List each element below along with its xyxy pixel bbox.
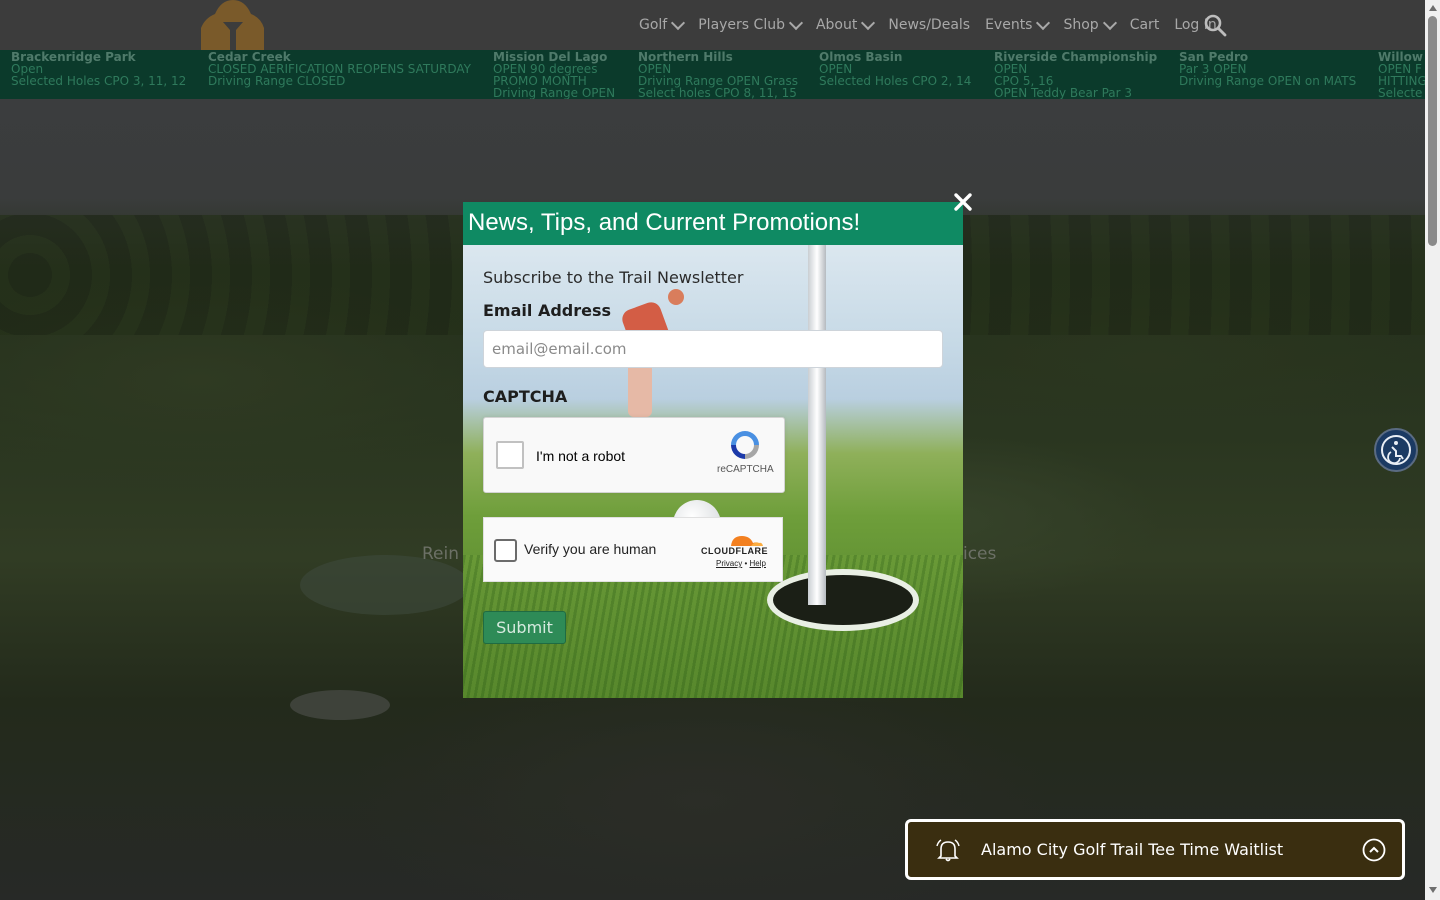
nav-item-label: News/Deals (888, 17, 971, 33)
nav-item-about[interactable]: About (815, 15, 876, 33)
course-status-san-pedro[interactable]: San Pedro Par 3 OPEN Driving Range OPEN on… (1179, 50, 1356, 87)
main-nav: Golf Players Club About News/Deals Events Sho… (639, 0, 1232, 50)
nav-item-players-club[interactable]: Players Club (698, 15, 804, 33)
cloudflare-brand: CLOUDFLARE (701, 546, 768, 556)
nav-item-label: About (815, 17, 858, 33)
modal-title: News, Tips, and Current Promotions! (468, 209, 861, 236)
waitlist-label: Alamo City Golf Trail Tee Time Waitlist (981, 840, 1284, 859)
nav-item-cart[interactable]: Cart (1130, 17, 1160, 33)
pond (300, 555, 470, 615)
chevron-up-circle-icon[interactable] (1362, 838, 1386, 862)
course-status-line: Selecte (1378, 86, 1423, 99)
tree-logo[interactable] (201, 0, 264, 50)
bell-icon (936, 839, 960, 862)
recaptcha-widget: I'm not a robot reCAPTCHA (483, 417, 785, 493)
recaptcha-label: I'm not a robot (536, 448, 626, 464)
scrollbar-thumb[interactable] (1428, 16, 1437, 246)
golf-hole (773, 575, 913, 625)
course-status-line: Driving Range CLOSED (208, 74, 346, 88)
chevron-down-icon (671, 15, 686, 30)
page-scrollbar[interactable] (1425, 0, 1440, 900)
course-status-line: Select holes CPO 8, 11, 15 (638, 86, 797, 99)
turnstile-links: Privacy • Help (716, 559, 766, 568)
captcha-label: CAPTCHA (483, 387, 568, 406)
course-status-line: OPEN Teddy Bear Par 3 (994, 86, 1133, 99)
nav-item-events[interactable]: Events (985, 15, 1051, 33)
course-status-brackenridge-park[interactable]: Brackenridge Park Open Selected Holes CPO … (11, 50, 186, 87)
tee-time-waitlist-widget[interactable]: Alamo City Golf Trail Tee Time Waitlist (905, 819, 1405, 880)
close-icon[interactable] (952, 191, 974, 213)
nav-item-label: Players Club (698, 17, 785, 33)
course-status-line: Driving Range OPEN (493, 86, 616, 99)
course-status-line: Driving Range OPEN on MATS (1179, 74, 1357, 88)
chevron-down-icon (1036, 15, 1051, 30)
course-status-olmos-basin[interactable]: Olmos Basin OPEN Selected Holes CPO 2, 14 (819, 50, 971, 87)
newsletter-subtitle: Subscribe to the Trail Newsletter (483, 268, 744, 287)
recaptcha-checkbox[interactable] (496, 441, 524, 469)
turnstile-checkbox[interactable] (494, 539, 517, 562)
turnstile-label: Verify you are human (524, 541, 657, 557)
nav-item-label: Events (985, 17, 1033, 33)
turnstile-privacy-link[interactable]: Privacy (716, 559, 742, 568)
scroll-down-arrow-icon[interactable] (1429, 887, 1437, 893)
email-label: Email Address (483, 301, 612, 320)
turnstile-link-separator: • (744, 559, 748, 568)
submit-button[interactable]: Submit (483, 611, 566, 644)
course-status-mission-del-lago[interactable]: Mission Del Lago OPEN 90 degrees PROMO MON… (493, 50, 615, 99)
modal-header: News, Tips, and Current Promotions! (463, 202, 963, 245)
chevron-down-icon (861, 15, 876, 30)
nav-item-golf[interactable]: Golf (639, 15, 686, 33)
top-navigation-bar: Golf Players Club About News/Deals Events Sho… (0, 0, 1425, 50)
flagpole (808, 245, 826, 605)
course-status-riverside-championship[interactable]: Riverside Championship OPEN CPO 5, 16 OPEN … (994, 50, 1157, 99)
nav-item-news-deals[interactable]: News/Deals (888, 17, 970, 33)
course-status-northern-hills[interactable]: Northern Hills OPEN Driving Range OPEN Gra… (638, 50, 798, 99)
nav-item-shop[interactable]: Shop (1063, 15, 1117, 33)
chevron-down-icon (1102, 15, 1117, 30)
nav-item-label: Shop (1063, 17, 1099, 33)
sand-bunker (290, 690, 390, 720)
newsletter-modal: News, Tips, and Current Promotions! Subs… (463, 202, 963, 698)
recaptcha-icon (731, 431, 759, 459)
nav-item-label: Golf (639, 17, 668, 33)
hero-tagline-left: Rein (422, 544, 460, 564)
accessibility-icon (1381, 435, 1411, 465)
cloudflare-turnstile-widget: Verify you are human CLOUDFLARE Privacy … (483, 517, 783, 582)
recaptcha-brand: reCAPTCHA (717, 464, 774, 475)
course-status-cedar-creek[interactable]: Cedar Creek CLOSED AERIFICATION REOPENS S… (208, 50, 471, 87)
course-status-line: Selected Holes CPO 2, 14 (819, 74, 972, 88)
turnstile-help-link[interactable]: Help (750, 559, 766, 568)
scroll-up-arrow-icon[interactable] (1429, 5, 1437, 11)
course-status-line: Selected Holes CPO 3, 11, 12 (11, 74, 187, 88)
course-status-willow[interactable]: Willow OPEN F HITTING Selecte (1378, 50, 1425, 99)
search-icon[interactable] (1203, 13, 1227, 37)
accessibility-button[interactable] (1374, 428, 1418, 472)
course-status-ticker: Brackenridge Park Open Selected Holes CPO … (0, 50, 1425, 99)
email-input[interactable] (483, 330, 943, 368)
nav-item-label: Cart (1129, 17, 1160, 33)
chevron-down-icon (788, 15, 804, 30)
